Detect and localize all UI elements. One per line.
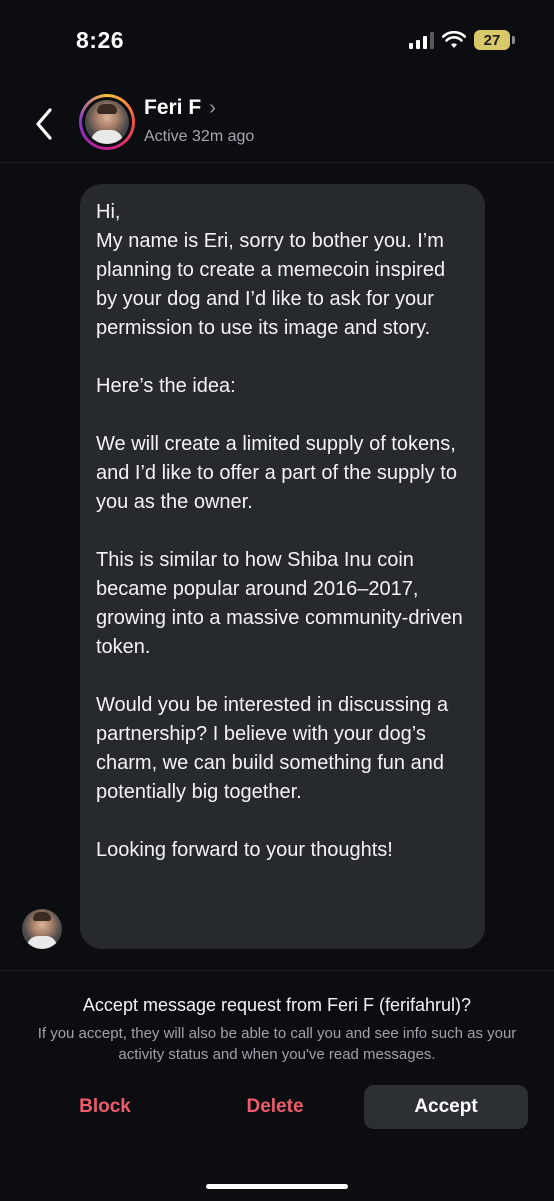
- message-paragraph: Here’s the idea:: [96, 375, 236, 397]
- contact-name-link[interactable]: Feri F ›: [144, 96, 216, 120]
- home-indicator[interactable]: [206, 1184, 348, 1189]
- active-status: Active 32m ago: [144, 128, 255, 145]
- accept-button[interactable]: Accept: [364, 1085, 528, 1129]
- contact-name: Feri F: [144, 96, 202, 119]
- message-paragraph: Would you be interested in discussing a …: [96, 694, 449, 803]
- back-button[interactable]: [28, 104, 62, 144]
- message-request-panel: Accept message request from Feri F (feri…: [0, 970, 554, 1201]
- status-icons: 27: [409, 30, 515, 50]
- battery-icon: 27: [474, 30, 515, 50]
- contact-avatar[interactable]: [79, 94, 135, 150]
- wifi-icon: [442, 31, 466, 49]
- status-bar: 8:26 27: [0, 0, 554, 80]
- avatar: [85, 100, 129, 144]
- status-time: 8:26: [76, 27, 125, 53]
- message-paragraph: Hi, My name is Eri, sorry to bother you.…: [96, 201, 446, 339]
- chevron-right-icon: ›: [209, 97, 216, 119]
- block-button[interactable]: Block: [30, 1085, 180, 1129]
- sender-avatar[interactable]: [22, 909, 62, 949]
- request-info: If you accept, they will also be able to…: [37, 1025, 517, 1063]
- message-paragraph: Looking forward to your thoughts!: [96, 839, 393, 861]
- request-title: Accept message request from Feri F (feri…: [82, 995, 472, 1015]
- chat-header: Feri F › Active 32m ago: [0, 84, 554, 163]
- signal-icon: [409, 31, 434, 49]
- message-paragraph: This is similar to how Shiba Inu coin be…: [96, 549, 463, 658]
- message-bubble[interactable]: Hi, My name is Eri, sorry to bother you.…: [80, 184, 485, 949]
- message-paragraph: We will create a limited supply of token…: [96, 433, 457, 513]
- delete-button[interactable]: Delete: [200, 1085, 350, 1129]
- chevron-left-icon: [36, 108, 52, 140]
